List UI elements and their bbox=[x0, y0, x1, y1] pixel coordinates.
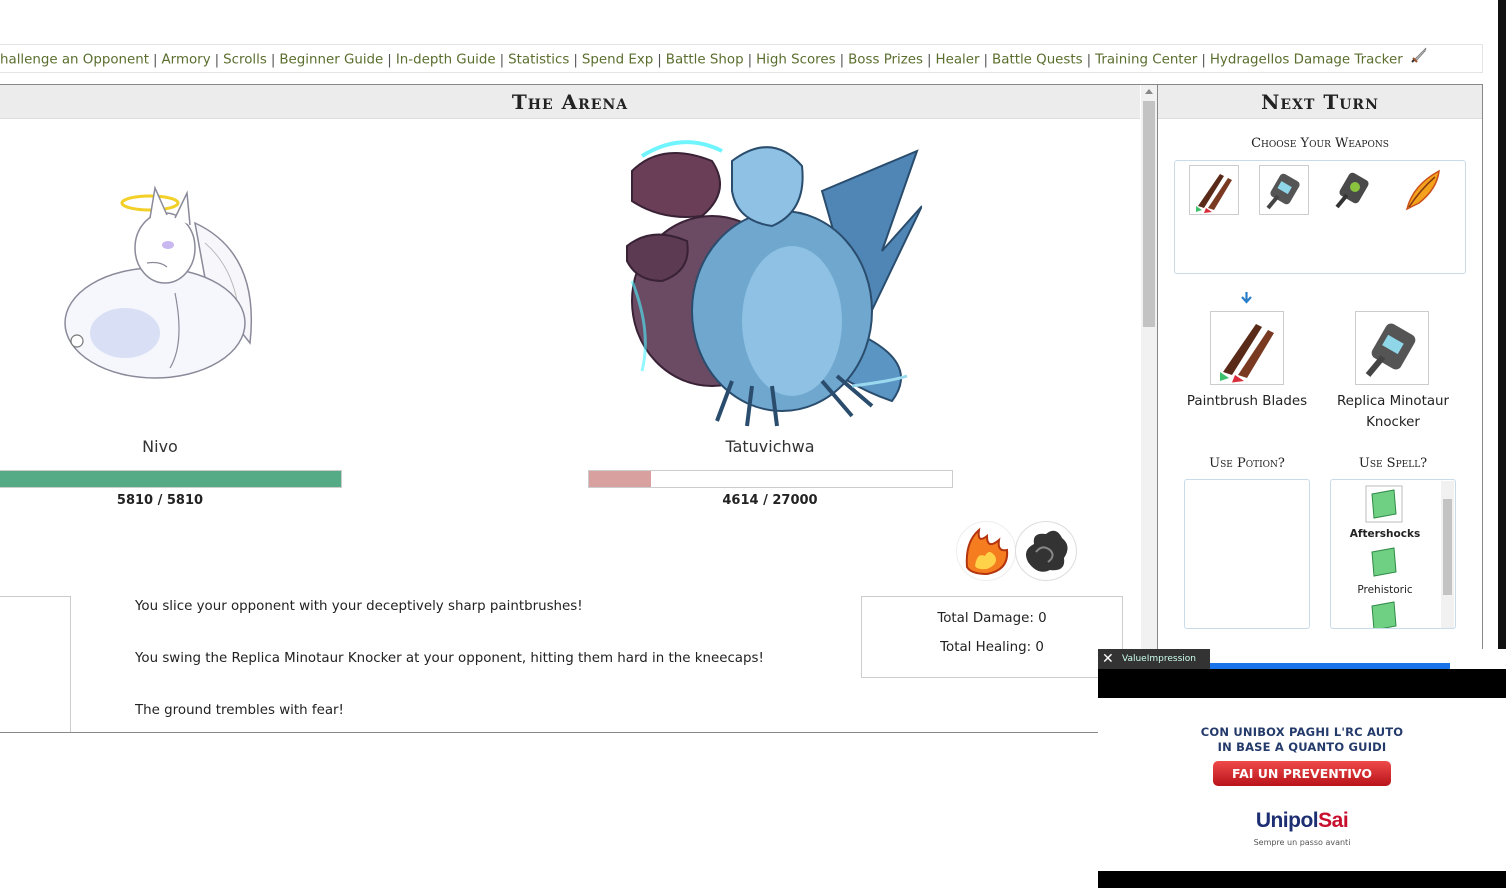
dark-smoke-status-icon bbox=[1015, 521, 1077, 581]
down-arrow-icon bbox=[1240, 289, 1253, 308]
opponent-health-fill bbox=[589, 471, 652, 487]
nav-in-depth-guide[interactable]: In-depth Guide bbox=[396, 53, 496, 68]
ad-brand-logo[interactable]: UnipolSai bbox=[1098, 809, 1506, 833]
dark-knocker-icon bbox=[1335, 172, 1369, 209]
flame-feather-icon bbox=[1405, 169, 1440, 211]
nav-boss-prizes[interactable]: Boss Prizes bbox=[848, 53, 923, 68]
nav-battle-shop[interactable]: Battle Shop bbox=[666, 53, 744, 68]
spell-list[interactable]: Aftershocks Prehistoric bbox=[1330, 479, 1456, 629]
weapon-slot-minotaur-knocker[interactable] bbox=[1259, 165, 1309, 215]
use-potion-label: Use Potion? bbox=[1209, 456, 1285, 471]
total-healing: Total Healing: 0 bbox=[940, 640, 1044, 655]
potion-list[interactable] bbox=[1184, 479, 1310, 629]
ad-close-icon[interactable]: ✕ bbox=[1102, 649, 1114, 669]
scroll-icon bbox=[1371, 601, 1397, 628]
scroll-icon bbox=[1371, 547, 1397, 577]
ad-headline: CON UNIBOX PAGHI L'RC AUTO IN BASE A QUA… bbox=[1098, 725, 1506, 755]
battle-log-line: You slice your opponent with your decept… bbox=[135, 599, 583, 614]
nav-beginner-guide[interactable]: Beginner Guide bbox=[279, 53, 383, 68]
ad-top-strip bbox=[1098, 669, 1506, 698]
ad-overlay[interactable]: ✕ ValueImpression CON UNIBOX PAGHI L'RC … bbox=[1098, 649, 1506, 888]
nav-training-center[interactable]: Training Center bbox=[1095, 53, 1197, 68]
arena-scrollbar[interactable] bbox=[1141, 85, 1157, 732]
sword-icon bbox=[1411, 45, 1429, 72]
battle-log-line: You swing the Replica Minotaur Knocker a… bbox=[135, 651, 764, 666]
nav-damage-tracker[interactable]: Hydragellos Damage Tracker bbox=[1210, 53, 1403, 68]
scroll-up-arrow-icon[interactable] bbox=[1145, 89, 1153, 94]
ad-headline-line: CON UNIBOX PAGHI L'RC AUTO bbox=[1200, 725, 1404, 739]
ad-header: ✕ ValueImpression bbox=[1098, 649, 1210, 669]
weapon-selection-box bbox=[1174, 160, 1466, 274]
opponent-boss-sprite bbox=[622, 131, 923, 431]
next-turn-title: Next Turn bbox=[1158, 85, 1482, 119]
nav-healer[interactable]: Healer bbox=[936, 53, 980, 68]
spell-item-next[interactable] bbox=[1364, 596, 1404, 628]
player-pet-sprite bbox=[55, 183, 265, 383]
ad-tagline: Sempre un passo avanti bbox=[1253, 838, 1351, 847]
opponent-hp-text: 4614 / 27000 bbox=[722, 493, 818, 508]
player-name: Nivo bbox=[142, 437, 178, 456]
spell-item-prehistoric[interactable]: Prehistoric bbox=[1331, 542, 1439, 598]
battle-nav-bar: hallenge an Opponent | Armory | Scrolls | Begi… bbox=[0, 44, 1483, 73]
paintbrush-blades-icon bbox=[1220, 324, 1274, 383]
next-turn-panel: Next Turn Choose Your Weapons Paintbrush… bbox=[1158, 84, 1483, 669]
player-health-bar bbox=[0, 470, 342, 488]
nav-spend-exp[interactable]: Spend Exp bbox=[582, 53, 653, 68]
totals-box: Total Damage: 0 Total Healing: 0 bbox=[861, 596, 1123, 678]
chosen-weapon-label: Paintbrush Blades bbox=[1186, 394, 1308, 409]
spell-name: Aftershocks bbox=[1349, 528, 1421, 540]
chosen-weapon-paintbrush-blades[interactable] bbox=[1210, 311, 1284, 385]
nav-armory[interactable]: Armory bbox=[162, 53, 211, 68]
fire-weakness-status-icon bbox=[956, 521, 1016, 581]
arena-panel: The Arena Nivo Tatuvichwa 5810 / 5810 46… bbox=[0, 84, 1158, 733]
spell-list-scrollbar[interactable] bbox=[1441, 481, 1454, 628]
spell-item-aftershocks[interactable]: Aftershocks bbox=[1331, 484, 1439, 542]
player-hp-text: 5810 / 5810 bbox=[116, 493, 204, 508]
ad-brand-part: Unipol bbox=[1255, 809, 1319, 832]
log-side-box bbox=[0, 596, 71, 732]
minotaur-knocker-icon bbox=[1365, 323, 1416, 377]
ad-headline-line: IN BASE A QUANTO GUIDI bbox=[1217, 740, 1387, 754]
scroll-icon bbox=[1365, 485, 1403, 523]
use-spell-label: Use Spell? bbox=[1358, 456, 1428, 471]
battle-log-line: The ground trembles with fear! bbox=[135, 703, 344, 718]
player-health-fill bbox=[0, 471, 341, 487]
opponent-name: Tatuvichwa bbox=[725, 437, 815, 456]
arena-scroll-thumb[interactable] bbox=[1143, 101, 1155, 327]
arena-title: The Arena bbox=[0, 85, 1140, 119]
minotaur-knocker-icon bbox=[1266, 173, 1300, 210]
ad-network-label: ValueImpression bbox=[1122, 654, 1196, 664]
paintbrush-blades-icon bbox=[1196, 174, 1232, 213]
weapon-slot-paintbrush-blades[interactable] bbox=[1189, 165, 1239, 215]
ad-bottom-strip bbox=[1098, 871, 1506, 888]
choose-weapons-label: Choose Your Weapons bbox=[1251, 136, 1389, 151]
nav-battle-quests[interactable]: Battle Quests bbox=[992, 53, 1083, 68]
ad-brand-part: Sai bbox=[1318, 809, 1349, 832]
chosen-weapon-label: Replica Minotaur Knocker bbox=[1336, 394, 1450, 430]
opponent-health-bar bbox=[588, 470, 953, 488]
nav-statistics[interactable]: Statistics bbox=[508, 53, 569, 68]
spell-scroll-thumb[interactable] bbox=[1443, 499, 1452, 595]
weapon-slot-flame-feather[interactable] bbox=[1399, 165, 1449, 215]
spell-name: Prehistoric bbox=[1357, 584, 1413, 596]
total-damage: Total Damage: 0 bbox=[937, 611, 1047, 626]
nav-high-scores[interactable]: High Scores bbox=[756, 53, 836, 68]
chosen-weapon-minotaur-knocker[interactable] bbox=[1355, 311, 1429, 385]
weapon-slot-dark-knocker[interactable] bbox=[1329, 165, 1379, 215]
ad-cta-button[interactable]: FAI UN PREVENTIVO bbox=[1213, 761, 1391, 786]
nav-scrolls[interactable]: Scrolls bbox=[223, 53, 267, 68]
nav-challenge-opponent[interactable]: hallenge an Opponent bbox=[0, 53, 149, 68]
